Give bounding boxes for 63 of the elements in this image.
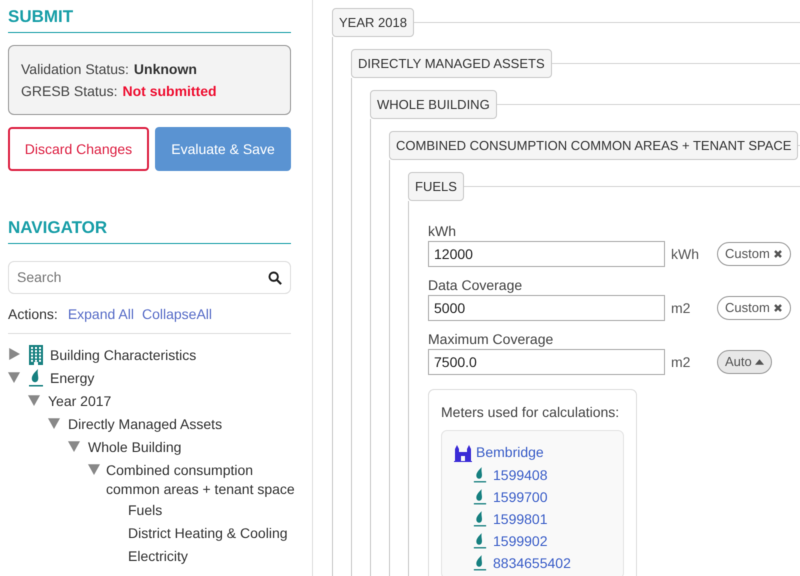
flame-icon (473, 466, 487, 484)
meter-link[interactable]: 1599801 (493, 510, 548, 528)
flame-icon (473, 532, 487, 550)
tree-item[interactable]: Fuels (128, 501, 162, 520)
tree-item[interactable]: Combined consumption common areas + tenant space (106, 461, 298, 499)
tree-item[interactable]: District Heating & Cooling (128, 524, 288, 543)
section-legend: DIRECTLY MANAGED ASSETS (351, 49, 552, 78)
value-input[interactable]: 12000 (428, 241, 665, 267)
tree-item[interactable]: Building Characteristics (50, 346, 196, 365)
close-icon (772, 249, 783, 259)
search-field[interactable]: Search (8, 261, 291, 294)
field-label: kWh (428, 222, 457, 241)
mode-toggle[interactable]: Auto (717, 350, 772, 374)
status-label: GRESB Status: (21, 82, 118, 101)
section-legend: COMBINED CONSUMPTION COMMON AREAS + TENANT SPACE (389, 131, 798, 160)
caret-icon (754, 359, 764, 365)
meter-link[interactable]: 8834655402 (493, 554, 571, 572)
discard-button[interactable]: Discard Changes (8, 127, 149, 171)
mode-toggle[interactable]: Custom (717, 242, 791, 266)
search-icon[interactable] (268, 270, 282, 284)
actions-label: Actions: (8, 305, 58, 324)
tree-item[interactable]: Directly Managed Assets (68, 415, 222, 434)
section-title: NAVIGATOR (8, 217, 291, 244)
status-value: Not submitted (122, 82, 217, 101)
search-input[interactable]: Search (17, 267, 268, 288)
collapse-arrow-icon[interactable] (48, 417, 62, 429)
value-input[interactable]: 5000 (428, 295, 665, 321)
meters-title: Meters used for calculations: (441, 403, 620, 422)
collapse-arrow-icon[interactable] (88, 463, 100, 475)
collapse-arrow-icon[interactable] (68, 440, 82, 452)
tree-item[interactable]: Whole Building (88, 438, 182, 457)
status-value: Unknown (134, 60, 197, 79)
meter-link[interactable]: 1599700 (493, 488, 548, 506)
expand-arrow-icon[interactable] (8, 348, 22, 360)
field-label: Maximum Coverage (428, 330, 554, 349)
value-input[interactable]: 7500.0 (428, 349, 665, 375)
section-legend: YEAR 2018 (332, 8, 414, 37)
flame-icon (473, 554, 487, 572)
mode-toggle[interactable]: Custom (717, 296, 791, 320)
tree-item[interactable]: Electricity (128, 547, 188, 566)
close-icon (772, 303, 783, 313)
flame-icon (473, 510, 487, 528)
building-icon (28, 345, 44, 365)
section-title: SUBMIT (8, 6, 291, 33)
castle-icon (454, 444, 472, 462)
unit-label: m2 (671, 298, 692, 318)
collapse-arrow-icon[interactable] (8, 371, 22, 383)
meter-link[interactable]: 1599902 (493, 532, 548, 550)
flame-icon (28, 368, 44, 388)
field-label: Data Coverage (428, 276, 524, 295)
flame-icon (473, 488, 487, 506)
site-link[interactable]: Bembridge (476, 442, 544, 463)
unit-label: m2 (671, 352, 692, 372)
unit-label: kWh (671, 244, 700, 264)
status-label: Validation Status: (21, 60, 129, 79)
action-link[interactable]: Expand All (68, 304, 134, 325)
meter-link[interactable]: 1599408 (493, 466, 548, 484)
action-link[interactable]: CollapseAll (142, 304, 212, 325)
section-legend: FUELS (408, 172, 464, 201)
collapse-arrow-icon[interactable] (28, 394, 42, 406)
tree-item[interactable]: Year 2017 (48, 392, 112, 411)
section-legend: WHOLE BUILDING (370, 90, 497, 119)
tree-item[interactable]: Energy (50, 369, 94, 388)
